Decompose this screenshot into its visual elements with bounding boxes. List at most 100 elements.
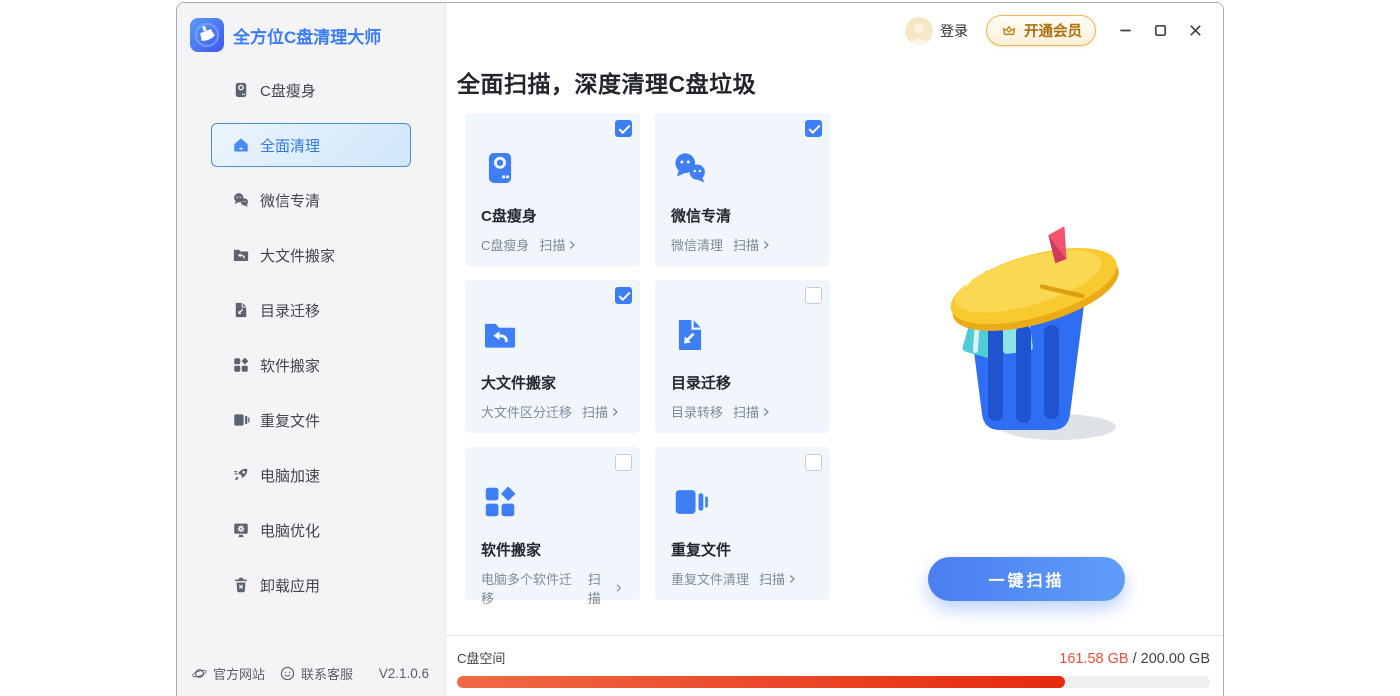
- sidebar-item-pc-speedup[interactable]: 电脑加速: [211, 453, 411, 497]
- scan-link[interactable]: 扫描: [759, 569, 798, 588]
- chevron-right-icon: [613, 582, 624, 594]
- card-directory-migrate[interactable]: 目录迁移 目录转移 扫描: [655, 280, 830, 433]
- official-website-link[interactable]: 官方网站: [191, 664, 265, 683]
- sidebar-item-label: 微信专清: [260, 190, 320, 211]
- card-subtitle: 目录转移: [671, 402, 723, 421]
- sidebar-item-label: 全面清理: [260, 135, 320, 156]
- chevron-right-icon: [566, 239, 578, 251]
- sidebar-item-label: 软件搬家: [260, 355, 320, 376]
- contact-support-link[interactable]: 联系客服: [279, 664, 353, 683]
- maximize-icon[interactable]: [1153, 23, 1168, 38]
- folder-move-icon: [232, 246, 250, 264]
- card-duplicate-files[interactable]: 重复文件 重复文件清理 扫描: [655, 447, 830, 600]
- scan-link[interactable]: 扫描: [582, 402, 621, 421]
- card-subtitle: 电脑多个软件迁移: [481, 569, 578, 607]
- duplicate-files-icon: [232, 411, 250, 429]
- sidebar-item-c-drive-slim[interactable]: C盘瘦身: [211, 68, 411, 112]
- sidebar-item-wechat-clean[interactable]: 微信专清: [211, 178, 411, 222]
- chevron-right-icon: [786, 573, 798, 585]
- scan-link[interactable]: 扫描: [588, 569, 624, 607]
- minimize-icon[interactable]: [1118, 23, 1133, 38]
- app-logo-row: 全方位C盘清理大师: [177, 3, 445, 52]
- rocket-icon: [232, 466, 250, 484]
- card-subtitle: 重复文件清理: [671, 569, 749, 588]
- chevron-right-icon: [609, 406, 621, 418]
- card-checkbox[interactable]: [615, 454, 632, 471]
- card-subtitle: 大文件区分迁移: [481, 402, 572, 421]
- document-move-icon: [671, 316, 709, 354]
- card-subtitle-row: 微信清理 扫描: [671, 235, 814, 254]
- sidebar-item-software-move[interactable]: 软件搬家: [211, 343, 411, 387]
- sidebar-item-pc-optimize[interactable]: 电脑优化: [211, 508, 411, 552]
- wechat-icon: [232, 191, 250, 209]
- scan-link[interactable]: 扫描: [733, 402, 772, 421]
- scan-link[interactable]: 扫描: [733, 235, 772, 254]
- chevron-right-icon: [760, 239, 772, 251]
- card-subtitle: C盘瘦身: [481, 235, 529, 254]
- page-title: 全面扫描，深度清理C盘垃圾: [457, 65, 756, 99]
- card-big-file-move[interactable]: 大文件搬家 大文件区分迁移 扫描: [465, 280, 640, 433]
- card-software-move[interactable]: 软件搬家 电脑多个软件迁移 扫描: [465, 447, 640, 600]
- sidebar-item-duplicate-files[interactable]: 重复文件: [211, 398, 411, 442]
- sidebar-item-directory-migrate[interactable]: 目录迁移: [211, 288, 411, 332]
- card-checkbox[interactable]: [805, 454, 822, 471]
- smiley-icon: [279, 665, 296, 682]
- sidebar-item-label: 大文件搬家: [260, 245, 335, 266]
- trash-can-illustration: [944, 217, 1124, 449]
- official-website-label: 官方网站: [213, 664, 265, 683]
- close-icon[interactable]: [1188, 23, 1203, 38]
- sidebar-item-label: 电脑加速: [260, 465, 320, 486]
- card-checkbox[interactable]: [615, 287, 632, 304]
- sidebar-nav: C盘瘦身 全面清理 微信专清 大文件搬家 目录迁移 软件搬家: [177, 68, 445, 618]
- card-checkbox[interactable]: [805, 287, 822, 304]
- sidebar-item-label: 电脑优化: [260, 520, 320, 541]
- scan-link[interactable]: 扫描: [539, 235, 578, 254]
- apps-move-icon: [232, 356, 250, 374]
- duplicate-files-icon: [671, 483, 709, 521]
- card-subtitle-row: 重复文件清理 扫描: [671, 569, 814, 588]
- card-subtitle-row: 电脑多个软件迁移 扫描: [481, 569, 624, 607]
- card-subtitle: 微信清理: [671, 235, 723, 254]
- card-title: 微信专清: [671, 205, 814, 226]
- chevron-right-icon: [760, 406, 772, 418]
- card-title: 重复文件: [671, 539, 814, 560]
- sidebar-item-label: C盘瘦身: [260, 80, 316, 101]
- sidebar-item-uninstall-apps[interactable]: 卸载应用: [211, 563, 411, 607]
- sidebar-item-label: 重复文件: [260, 410, 320, 431]
- card-wechat-clean[interactable]: 微信专清 微信清理 扫描: [655, 113, 830, 266]
- home-icon: [232, 136, 250, 154]
- sidebar-item-full-clean[interactable]: 全面清理: [211, 123, 411, 167]
- card-c-drive-slim[interactable]: C盘瘦身 C盘瘦身 扫描: [465, 113, 640, 266]
- user-avatar[interactable]: [905, 17, 933, 45]
- card-title: 软件搬家: [481, 539, 624, 560]
- document-move-icon: [232, 301, 250, 319]
- feature-cards-grid: C盘瘦身 C盘瘦身 扫描 微信专清 微信清理 扫描: [465, 113, 830, 600]
- main-panel: 登录 开通会员 全面扫描，深度清理C盘垃圾 C盘瘦身 C盘瘦身 扫描: [446, 3, 1223, 696]
- header-controls: 登录 开通会员: [905, 15, 1203, 46]
- one-click-scan-button[interactable]: 一键扫描: [928, 557, 1125, 601]
- hard-drive-icon: [481, 149, 519, 187]
- card-title: 大文件搬家: [481, 372, 624, 393]
- sidebar-item-label: 卸载应用: [260, 575, 320, 596]
- sidebar-item-big-file-move[interactable]: 大文件搬家: [211, 233, 411, 277]
- wechat-icon: [671, 149, 709, 187]
- disk-usage-progressbar: [457, 676, 1210, 688]
- hard-drive-icon: [232, 81, 250, 99]
- avatar-icon: [905, 17, 933, 45]
- app-window: 全方位C盘清理大师 C盘瘦身 全面清理 微信专清 大文件搬家 目录迁移: [176, 2, 1224, 696]
- app-logo-broom-icon: [190, 18, 224, 52]
- vip-upgrade-button[interactable]: 开通会员: [986, 15, 1096, 46]
- uninstall-trash-icon: [232, 576, 250, 594]
- vip-upgrade-label: 开通会员: [1024, 20, 1082, 41]
- disk-used-value: 161.58 GB: [1059, 651, 1128, 667]
- card-checkbox[interactable]: [615, 120, 632, 137]
- contact-support-label: 联系客服: [301, 664, 353, 683]
- version-label: V2.1.0.6: [379, 666, 429, 681]
- card-subtitle-row: C盘瘦身 扫描: [481, 235, 624, 254]
- disk-space-label: C盘空间: [457, 648, 505, 667]
- login-button[interactable]: 登录: [940, 21, 968, 41]
- card-checkbox[interactable]: [805, 120, 822, 137]
- monitor-gear-icon: [232, 521, 250, 539]
- crown-icon: [1000, 22, 1018, 40]
- planet-icon: [191, 665, 208, 682]
